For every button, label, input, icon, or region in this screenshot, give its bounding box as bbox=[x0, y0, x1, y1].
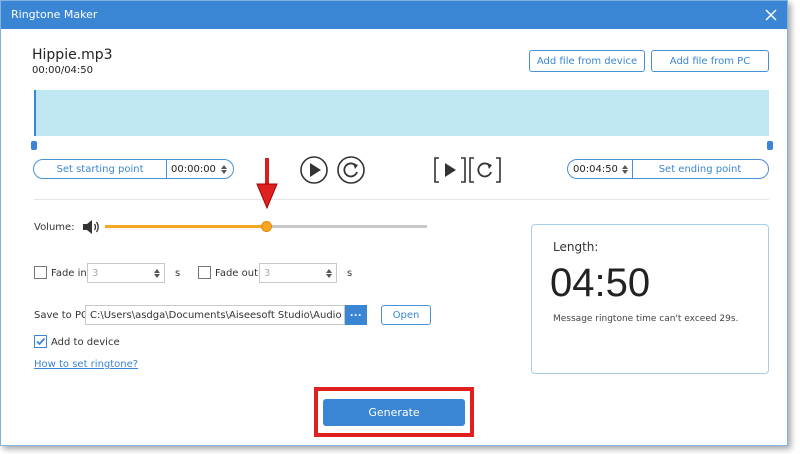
volume-slider-fill bbox=[105, 225, 265, 228]
fade-out-stepper[interactable] bbox=[326, 268, 332, 278]
end-time-stepper[interactable] bbox=[618, 164, 632, 174]
up-arrow-icon bbox=[154, 268, 160, 273]
speaker-icon[interactable] bbox=[81, 218, 101, 236]
file-position: 00:00/04:50 bbox=[32, 65, 94, 76]
fade-in-input[interactable]: 3 bbox=[87, 263, 165, 283]
fade-out-input[interactable]: 3 bbox=[259, 263, 337, 283]
play-icon[interactable] bbox=[299, 155, 329, 185]
how-to-set-ringtone-link[interactable]: How to set ringtone? bbox=[34, 359, 138, 370]
volume-slider-thumb[interactable] bbox=[261, 221, 272, 232]
replay-icon[interactable] bbox=[336, 155, 366, 185]
file-name: Hippie.mp3 bbox=[32, 47, 113, 63]
playhead bbox=[34, 90, 36, 136]
volume-slider-track[interactable] bbox=[265, 225, 427, 228]
save-to-pc-label: Save to PC: bbox=[34, 310, 92, 321]
add-to-device-checkbox[interactable] bbox=[34, 335, 47, 348]
add-file-from-device-button[interactable]: Add file from device bbox=[529, 50, 645, 72]
window-title: Ringtone Maker bbox=[11, 8, 98, 21]
title-bar: Ringtone Maker bbox=[1, 1, 787, 29]
loop-selection-icon[interactable] bbox=[468, 155, 502, 185]
fade-out-checkbox[interactable] bbox=[198, 266, 211, 279]
save-path-input[interactable]: C:\Users\asdga\Documents\Aiseesoft Studi… bbox=[85, 305, 345, 325]
length-value: 04:50 bbox=[550, 261, 651, 305]
start-time-input[interactable]: 00:00:00 bbox=[167, 164, 217, 175]
section-divider bbox=[34, 199, 769, 200]
play-selection-icon[interactable] bbox=[433, 155, 467, 185]
fade-out-label: Fade out bbox=[215, 268, 259, 279]
generate-button[interactable]: Generate bbox=[323, 399, 465, 426]
fade-in-value: 3 bbox=[92, 267, 99, 279]
down-arrow-icon bbox=[622, 169, 628, 174]
down-arrow-icon bbox=[326, 273, 332, 278]
fade-in-stepper[interactable] bbox=[154, 268, 160, 278]
start-time-stepper[interactable] bbox=[217, 164, 231, 174]
fade-out-value: 3 bbox=[264, 267, 271, 279]
fade-in-checkbox[interactable] bbox=[34, 266, 47, 279]
fade-out-unit: s bbox=[347, 268, 353, 279]
fade-in-label: Fade in bbox=[51, 268, 87, 279]
length-message: Message ringtone time can't exceed 29s. bbox=[553, 314, 739, 324]
fade-in-unit: s bbox=[175, 268, 181, 279]
end-point-control: 00:04:50 Set ending point bbox=[567, 159, 769, 179]
set-ending-point-button[interactable]: Set ending point bbox=[633, 164, 767, 175]
add-file-from-pc-button[interactable]: Add file from PC bbox=[651, 50, 769, 72]
start-handle[interactable] bbox=[31, 141, 37, 150]
end-handle[interactable] bbox=[767, 141, 773, 150]
up-arrow-icon bbox=[622, 164, 628, 169]
down-arrow-icon bbox=[221, 169, 227, 174]
up-arrow-icon bbox=[221, 164, 227, 169]
start-point-control: Set starting point 00:00:00 bbox=[33, 159, 234, 179]
open-button[interactable]: Open bbox=[381, 305, 431, 325]
down-arrow-icon bbox=[154, 273, 160, 278]
length-label: Length: bbox=[553, 240, 599, 254]
checkmark-icon bbox=[36, 337, 46, 346]
ringtone-maker-window: Ringtone Maker Hippie.mp3 00:00/04:50 Ad… bbox=[0, 0, 788, 446]
add-to-device-label: Add to device bbox=[51, 337, 120, 348]
volume-label: Volume: bbox=[34, 222, 75, 233]
waveform-area[interactable] bbox=[34, 90, 769, 136]
length-panel: Length: 04:50 Message ringtone time can'… bbox=[531, 224, 769, 374]
end-time-input[interactable]: 00:04:50 bbox=[568, 164, 618, 175]
browse-button[interactable]: ··· bbox=[345, 305, 367, 325]
close-icon[interactable] bbox=[763, 7, 779, 23]
up-arrow-icon bbox=[326, 268, 332, 273]
set-starting-point-button[interactable]: Set starting point bbox=[34, 164, 166, 175]
red-arrow-annotation bbox=[256, 158, 278, 210]
